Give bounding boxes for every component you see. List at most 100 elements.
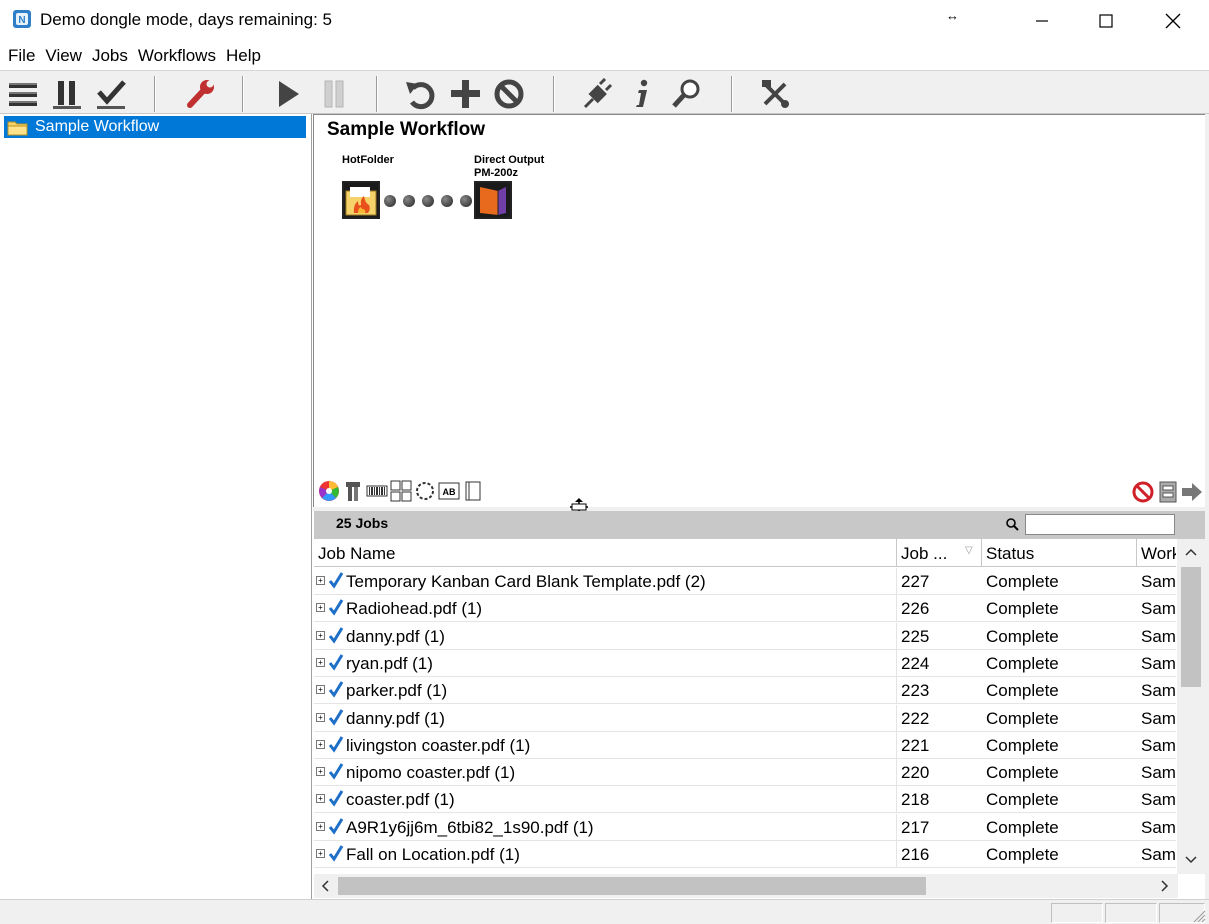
workflow-cell: Sample Workflow bbox=[1141, 626, 1176, 646]
expand-icon[interactable]: + bbox=[316, 685, 325, 695]
color-wheel-icon bbox=[319, 481, 339, 501]
job-number-cell: 225 bbox=[901, 626, 930, 646]
hotfolder-icon bbox=[345, 187, 377, 216]
minimize-button[interactable] bbox=[1009, 0, 1075, 41]
table-row[interactable]: + danny.pdf (1)225 Complete Sample Workflow bbox=[314, 622, 1176, 650]
expand-icon[interactable]: + bbox=[316, 603, 325, 613]
settings-button[interactable] bbox=[180, 75, 220, 113]
job-number-cell: 224 bbox=[901, 653, 930, 673]
job-number-cell: 222 bbox=[901, 708, 930, 728]
expand-icon[interactable]: + bbox=[316, 657, 325, 667]
resubmit-button[interactable] bbox=[400, 75, 440, 113]
vertical-scroll-thumb[interactable] bbox=[1181, 567, 1201, 687]
maximize-button[interactable] bbox=[1073, 0, 1139, 41]
col-workflow[interactable]: Work bbox=[1137, 539, 1176, 567]
scroll-up-icon[interactable] bbox=[1184, 547, 1198, 557]
direct-output-node[interactable] bbox=[474, 181, 512, 219]
table-row[interactable]: + Fall on Location.pdf (1)216 Complete Samp… bbox=[314, 841, 1176, 868]
horizontal-scrollbar[interactable] bbox=[314, 874, 1178, 898]
horizontal-scroll-thumb[interactable] bbox=[338, 877, 926, 895]
col-job-name[interactable]: Job Name bbox=[314, 539, 897, 567]
disable-button[interactable] bbox=[1132, 481, 1154, 503]
job-name-cell: danny.pdf (1) bbox=[342, 704, 897, 732]
pause-queue-button[interactable] bbox=[47, 75, 87, 113]
workflow-title: Sample Workflow bbox=[327, 119, 486, 140]
scroll-left-icon[interactable] bbox=[320, 880, 330, 892]
jobs-count: 25 Jobs bbox=[336, 515, 389, 531]
table-row[interactable]: + danny.pdf (1)222 Complete Sample Workflow bbox=[314, 704, 1176, 732]
expand-icon[interactable]: + bbox=[316, 739, 325, 749]
col-status[interactable]: Status bbox=[982, 539, 1137, 567]
menu-workflows[interactable]: Workflows bbox=[134, 46, 220, 66]
status-cell: Complete bbox=[986, 681, 1059, 701]
expand-icon[interactable]: + bbox=[316, 576, 325, 585]
close-button[interactable] bbox=[1140, 0, 1206, 41]
scroll-down-icon[interactable] bbox=[1184, 855, 1198, 865]
status-cell: Complete bbox=[986, 735, 1059, 755]
forward-button[interactable] bbox=[1181, 481, 1203, 503]
info-button[interactable] bbox=[622, 75, 662, 113]
ink-button[interactable] bbox=[342, 480, 364, 502]
workflow-tree: Sample Workflow bbox=[0, 114, 312, 899]
table-row[interactable]: + Radiohead.pdf (1)226 Complete Sample Work… bbox=[314, 595, 1176, 623]
search-button[interactable] bbox=[666, 75, 706, 113]
table-row[interactable]: + A9R1y6jj6m_6tbi82_1s90.pdf (1) 217 Comple… bbox=[314, 813, 1176, 841]
resize-grip-icon[interactable] bbox=[1192, 909, 1206, 923]
job-name-cell: ryan.pdf (1) bbox=[342, 649, 897, 677]
expand-icon[interactable]: + bbox=[316, 794, 325, 804]
cancel-job-button[interactable] bbox=[489, 75, 529, 113]
jobs-search-input[interactable] bbox=[1025, 514, 1175, 535]
toolbar-separator bbox=[154, 76, 156, 112]
menu-file[interactable]: File bbox=[4, 46, 39, 66]
start-button[interactable] bbox=[267, 75, 307, 113]
expand-icon[interactable]: + bbox=[316, 630, 325, 640]
connector-dot bbox=[384, 195, 396, 207]
scroll-right-icon[interactable] bbox=[1160, 880, 1170, 892]
table-row[interactable]: + Temporary Kanban Card Blank Template.pd… bbox=[314, 568, 1176, 595]
connect-button[interactable] bbox=[577, 75, 617, 113]
arrow-right-icon bbox=[1182, 483, 1202, 501]
tools-button[interactable] bbox=[756, 75, 796, 113]
table-row[interactable]: + livingston coaster.pdf (1) 221 Complete Sa… bbox=[314, 731, 1176, 759]
plus-icon bbox=[451, 80, 480, 108]
text-button[interactable]: AB bbox=[438, 480, 460, 502]
menu-view[interactable]: View bbox=[41, 46, 86, 66]
properties-button[interactable] bbox=[1157, 481, 1179, 503]
status-cell: Complete bbox=[986, 626, 1059, 646]
toolbar-separator bbox=[376, 76, 378, 112]
expand-icon[interactable]: + bbox=[316, 849, 325, 858]
approve-button[interactable] bbox=[91, 75, 131, 113]
job-number-cell: 227 bbox=[901, 572, 930, 591]
menu-jobs[interactable]: Jobs bbox=[88, 46, 132, 66]
app-icon: N bbox=[13, 10, 31, 28]
color-wheel-button[interactable] bbox=[318, 480, 340, 502]
vertical-scrollbar[interactable] bbox=[1177, 539, 1205, 874]
refresh-icon bbox=[406, 82, 435, 110]
barcode-button[interactable] bbox=[366, 480, 388, 502]
hotfolder-node[interactable] bbox=[342, 181, 380, 219]
barcode-icon bbox=[366, 485, 388, 497]
stop-button[interactable] bbox=[313, 75, 353, 113]
output-node-title: Direct Output bbox=[474, 154, 545, 166]
jobs-header-strip bbox=[1176, 511, 1205, 539]
job-number-cell: 218 bbox=[901, 790, 930, 810]
document-button[interactable] bbox=[462, 480, 484, 502]
workflow-cell: Sample Workflow bbox=[1141, 790, 1176, 810]
imposition-button[interactable] bbox=[390, 480, 412, 502]
table-row[interactable]: + coaster.pdf (1)218 Complete Sample Workfl… bbox=[314, 786, 1176, 814]
expand-icon[interactable]: + bbox=[316, 821, 325, 831]
rotate-button[interactable] bbox=[414, 480, 436, 502]
add-button[interactable] bbox=[445, 75, 485, 113]
expand-icon[interactable]: + bbox=[316, 712, 325, 722]
col-job-number[interactable]: Job ... ▽ bbox=[897, 539, 982, 567]
menu-help[interactable]: Help bbox=[222, 46, 265, 66]
expand-icon[interactable]: + bbox=[316, 767, 325, 777]
job-list-button[interactable] bbox=[3, 75, 43, 113]
window-right-edge bbox=[1205, 114, 1209, 900]
table-row[interactable]: + ryan.pdf (1)224 Complete Sample Workflow bbox=[314, 649, 1176, 677]
job-name-cell: Fall on Location.pdf (1) bbox=[342, 841, 897, 868]
tree-item-sample-workflow[interactable]: Sample Workflow bbox=[4, 116, 306, 138]
table-row[interactable]: + nipomo coaster.pdf (1)220 Complete Sample… bbox=[314, 759, 1176, 787]
table-row[interactable]: + parker.pdf (1)223 Complete Sample Workflo… bbox=[314, 677, 1176, 705]
job-name-cell: coaster.pdf (1) bbox=[342, 786, 897, 814]
